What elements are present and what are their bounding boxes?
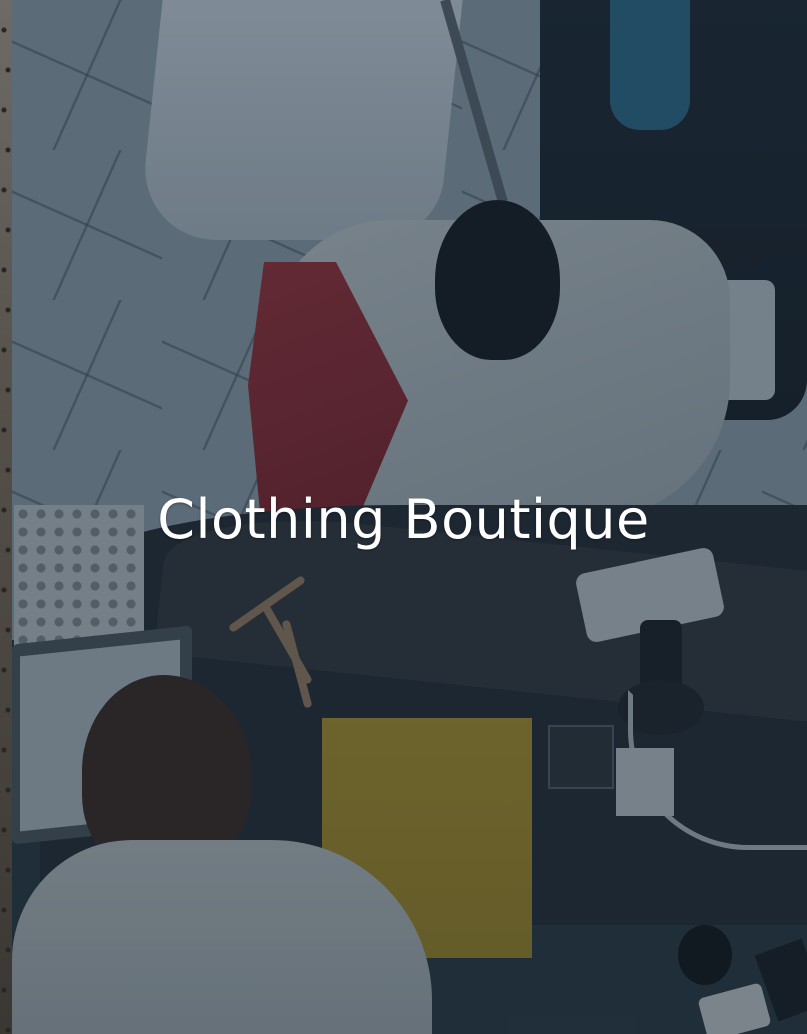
page-title: Clothing Boutique bbox=[157, 488, 650, 551]
